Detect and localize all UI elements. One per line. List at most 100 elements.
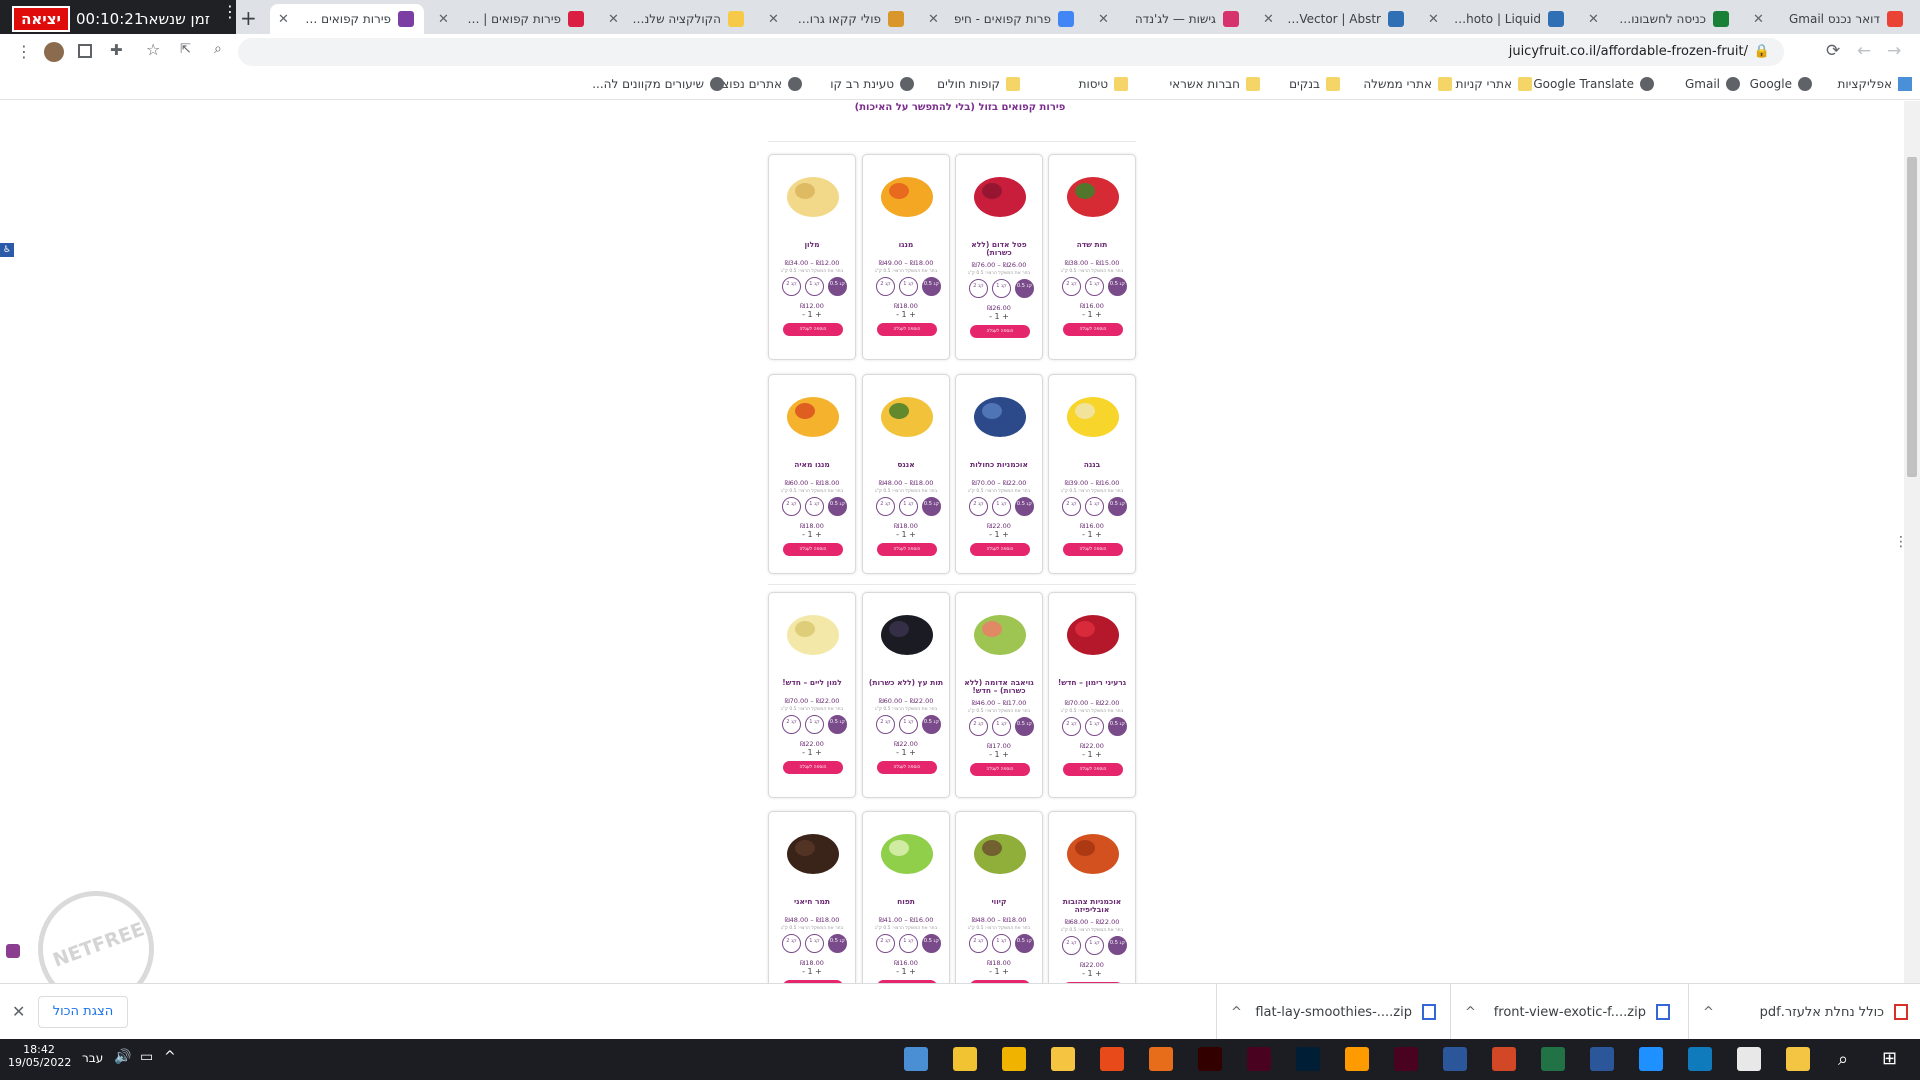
- app-icon[interactable]: [1051, 1047, 1075, 1071]
- weight-option[interactable]: 2 קג: [969, 497, 988, 516]
- tab-close-icon[interactable]: ✕: [1428, 12, 1439, 27]
- product-card[interactable]: תות עץ (ללא כשרות) ₪22.00 – ₪60.00 בחר את …: [862, 592, 950, 798]
- product-name[interactable]: אננס: [867, 461, 945, 469]
- weight-option[interactable]: 0.5 קג: [922, 934, 941, 953]
- add-to-cart-button[interactable]: הוספה לעגלה: [877, 543, 937, 556]
- download-item[interactable]: כולל נחלת אלעזר.pdf ^: [1688, 984, 1918, 1040]
- add-to-cart-button[interactable]: הוספה לעגלה: [783, 543, 843, 556]
- product-card[interactable]: אוכמניות צהובות אובליפיזה ₪22.00 – ₪68.00…: [1048, 811, 1136, 983]
- close-downloads-icon[interactable]: ✕: [12, 1002, 25, 1021]
- product-card[interactable]: אוכמניות כחולות ₪22.00 – ₪70.00 בחר את המש…: [955, 374, 1043, 574]
- indesign-icon[interactable]: [1247, 1047, 1271, 1071]
- bookmark-item[interactable]: אתרי ממשלה: [1363, 77, 1452, 91]
- download-menu-chevron-icon[interactable]: ^: [1703, 1005, 1714, 1020]
- product-card[interactable]: תפוח ₪16.00 – ₪41.00 בחר את המשקל הרצוי: 0…: [862, 811, 950, 983]
- weight-option[interactable]: 1 קג: [805, 934, 824, 953]
- tab-close-icon[interactable]: ✕: [1588, 12, 1599, 27]
- excel-icon[interactable]: [1541, 1047, 1565, 1071]
- tray-chevron-icon[interactable]: ^: [164, 1049, 176, 1065]
- tab-2[interactable]: הקולקציה שלנו | ליי ✕: [600, 4, 754, 34]
- quantity-stepper[interactable]: - 1 +: [863, 310, 949, 319]
- weight-option[interactable]: 1 קג: [1085, 497, 1104, 516]
- weight-option[interactable]: 2 קג: [782, 277, 801, 296]
- tab-3[interactable]: פולי קקאו גרוסים 0 ✕: [760, 4, 914, 34]
- quantity-stepper[interactable]: - 1 +: [1049, 530, 1135, 539]
- weight-option[interactable]: 0.5 קג: [1108, 717, 1127, 736]
- extensions-icon[interactable]: ✚: [110, 41, 123, 59]
- tab-close-icon[interactable]: ✕: [768, 12, 779, 27]
- weight-option[interactable]: 0.5 קג: [1108, 277, 1127, 296]
- weight-option[interactable]: 1 קג: [992, 497, 1011, 516]
- forward-icon[interactable]: ←: [1857, 41, 1871, 61]
- product-card[interactable]: למון ליים – חדש! ₪22.00 – ₪70.00 בחר את המ…: [768, 592, 856, 798]
- tab-close-icon[interactable]: ✕: [438, 12, 449, 27]
- product-card[interactable]: גויאבה אדומה (ללא כשרות) – חדש! ₪17.00 – …: [955, 592, 1043, 798]
- weight-option[interactable]: 2 קג: [876, 277, 895, 296]
- search-icon[interactable]: ⌕: [1838, 1049, 1848, 1070]
- weight-option[interactable]: 1 קג: [805, 277, 824, 296]
- clock[interactable]: 18:42 19/05/2022: [8, 1043, 71, 1069]
- quantity-stepper[interactable]: - 1 +: [863, 967, 949, 976]
- weight-option[interactable]: 1 קג: [992, 717, 1011, 736]
- product-image-pineapple[interactable]: [871, 383, 943, 445]
- ie-icon[interactable]: [1639, 1047, 1663, 1071]
- add-to-cart-button[interactable]: הוספה לעגלה: [877, 323, 937, 336]
- weight-option[interactable]: 0.5 קג: [828, 497, 847, 516]
- product-name[interactable]: בננה: [1053, 461, 1131, 469]
- quantity-stepper[interactable]: - 1 +: [956, 312, 1042, 321]
- product-card[interactable]: אננס ₪18.00 – ₪48.00 בחר את המשקל הרצוי: 0…: [862, 374, 950, 574]
- product-name[interactable]: קיווי: [960, 898, 1038, 906]
- files-icon[interactable]: [1002, 1047, 1026, 1071]
- photoshop-icon[interactable]: [1296, 1047, 1320, 1071]
- bookmark-item[interactable]: טעינת רב קו: [830, 77, 914, 91]
- weight-option[interactable]: 1 קג: [899, 715, 918, 734]
- weight-option[interactable]: 2 קג: [782, 497, 801, 516]
- product-image-mango2[interactable]: [777, 383, 849, 445]
- bookmark-item[interactable]: קופות חולים: [937, 77, 1020, 91]
- show-all-downloads-button[interactable]: הצגת הכול: [38, 996, 128, 1028]
- add-to-cart-button[interactable]: הוספה לעגלה: [1063, 323, 1123, 336]
- weight-option[interactable]: 2 קג: [782, 715, 801, 734]
- quantity-stepper[interactable]: - 1 +: [769, 310, 855, 319]
- quantity-stepper[interactable]: - 1 +: [863, 748, 949, 757]
- product-name[interactable]: תמר חיאני: [773, 898, 851, 906]
- accessibility-icon[interactable]: ♿: [0, 243, 14, 257]
- publisher-icon[interactable]: [1443, 1047, 1467, 1071]
- weight-option[interactable]: 1 קג: [899, 277, 918, 296]
- bookmark-item[interactable]: חברות אשראי: [1169, 77, 1260, 91]
- weight-option[interactable]: 2 קג: [876, 715, 895, 734]
- product-name[interactable]: גרעיני רימון – חדש!: [1053, 679, 1131, 687]
- tab-close-icon[interactable]: ✕: [278, 12, 289, 27]
- quantity-stepper[interactable]: - 1 +: [956, 967, 1042, 976]
- app-icon[interactable]: [1100, 1047, 1124, 1071]
- add-to-cart-button[interactable]: הוספה לעגלה: [970, 325, 1030, 338]
- network-icon[interactable]: ▭: [140, 1049, 153, 1065]
- product-image-banana[interactable]: [1057, 383, 1129, 445]
- weight-option[interactable]: 1 קג: [805, 715, 824, 734]
- scrollbar-thumb[interactable]: [1907, 157, 1917, 477]
- weight-option[interactable]: 1 קג: [992, 279, 1011, 298]
- tab-0[interactable]: פירות קפואים בזול ✕: [270, 4, 424, 34]
- chrome-menu-icon[interactable]: ⋮: [16, 42, 32, 61]
- indesign-alt-icon[interactable]: [1394, 1047, 1418, 1071]
- bookmark-item[interactable]: Google Translate: [1533, 77, 1654, 91]
- product-name[interactable]: אוכמניות כחולות: [960, 461, 1038, 469]
- quantity-stepper[interactable]: - 1 +: [1049, 310, 1135, 319]
- product-image-guava[interactable]: [964, 601, 1036, 663]
- bookmark-item[interactable]: Google: [1750, 77, 1812, 91]
- tab-9[interactable]: דואר נכנס Gmail ✕: [1745, 4, 1913, 34]
- product-card[interactable]: פטל אדום (ללא כשרות) ₪26.00 – ₪76.00 בחר א…: [955, 154, 1043, 360]
- weight-option[interactable]: 0.5 קג: [1015, 279, 1034, 298]
- weight-option[interactable]: 2 קג: [876, 934, 895, 953]
- tab-5[interactable]: גישות — לג'נדה ✕: [1090, 4, 1249, 34]
- side-panel-icon[interactable]: [78, 44, 92, 58]
- product-image-dates[interactable]: [777, 820, 849, 882]
- language-indicator[interactable]: עבר: [82, 1051, 103, 1065]
- product-card[interactable]: תמר חיאני ₪18.00 – ₪48.00 בחר את המשקל הרצ…: [768, 811, 856, 983]
- weight-option[interactable]: 2 קג: [1062, 936, 1081, 955]
- bookmark-item[interactable]: שיעורים מקוונים לה...: [592, 77, 724, 91]
- quantity-stepper[interactable]: - 1 +: [1049, 969, 1135, 978]
- explorer-icon[interactable]: [953, 1047, 977, 1071]
- add-to-cart-button[interactable]: הוספה לעגלה: [970, 763, 1030, 776]
- product-card[interactable]: קיווי ₪18.00 – ₪48.00 בחר את המשקל הרצוי: …: [955, 811, 1043, 983]
